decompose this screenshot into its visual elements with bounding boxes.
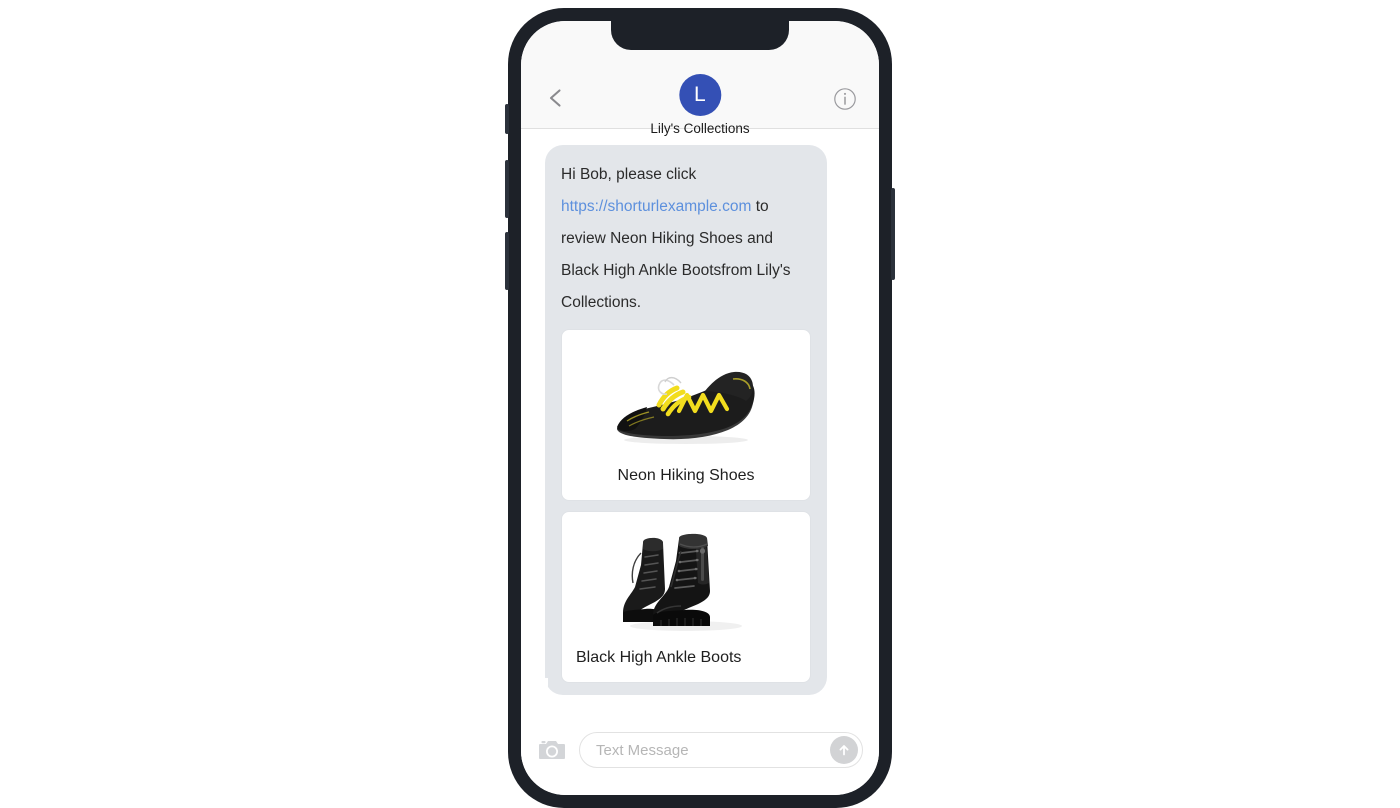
volume-down-button[interactable] [505,232,509,290]
silent-switch-button[interactable] [505,104,509,134]
power-button[interactable] [891,188,895,280]
conversation-thread: Hi Bob, please click https://shorturlexa… [521,129,879,723]
phone-screen: L Lily's Collections Hi Bob, please clic… [521,21,879,795]
message-row: Hi Bob, please click https://shorturlexa… [521,145,879,695]
contact-name: Lily's Collections [650,121,750,136]
avatar: L [679,74,721,116]
message-text-lead: Hi Bob, please click [561,166,697,183]
volume-up-button[interactable] [505,160,509,218]
text-message-input[interactable] [594,740,824,760]
message-bubble-incoming[interactable]: Hi Bob, please click https://shorturlexa… [538,145,827,695]
display-notch [611,21,789,50]
message-composer [521,723,879,795]
screenshot-canvas: L Lily's Collections Hi Bob, please clic… [0,0,1400,808]
contact-header-block[interactable]: L Lily's Collections [650,74,750,136]
message-link[interactable]: https://shorturlexample.com [561,198,751,215]
message-text: Hi Bob, please click https://shorturlexa… [561,159,811,319]
product-card-neon-hiking-shoes[interactable]: Neon Hiking Shoes [561,329,811,501]
info-circle-icon[interactable] [833,87,857,111]
send-button[interactable] [830,736,858,764]
camera-icon[interactable] [537,735,567,765]
black-high-ankle-boots-image [572,522,800,642]
neon-hiking-shoe-image [572,340,800,460]
back-chevron-icon[interactable] [545,87,567,109]
product-title: Black High Ankle Boots [576,649,742,666]
phone-device-frame: L Lily's Collections Hi Bob, please clic… [505,8,895,808]
text-message-input-wrapper[interactable] [579,732,863,768]
product-title: Neon Hiking Shoes [617,467,755,484]
product-card-list: Neon Hiking Shoes Black High Ankle Boots [561,329,811,683]
product-card-black-high-ankle-boots[interactable]: Black High Ankle Boots [561,511,811,683]
